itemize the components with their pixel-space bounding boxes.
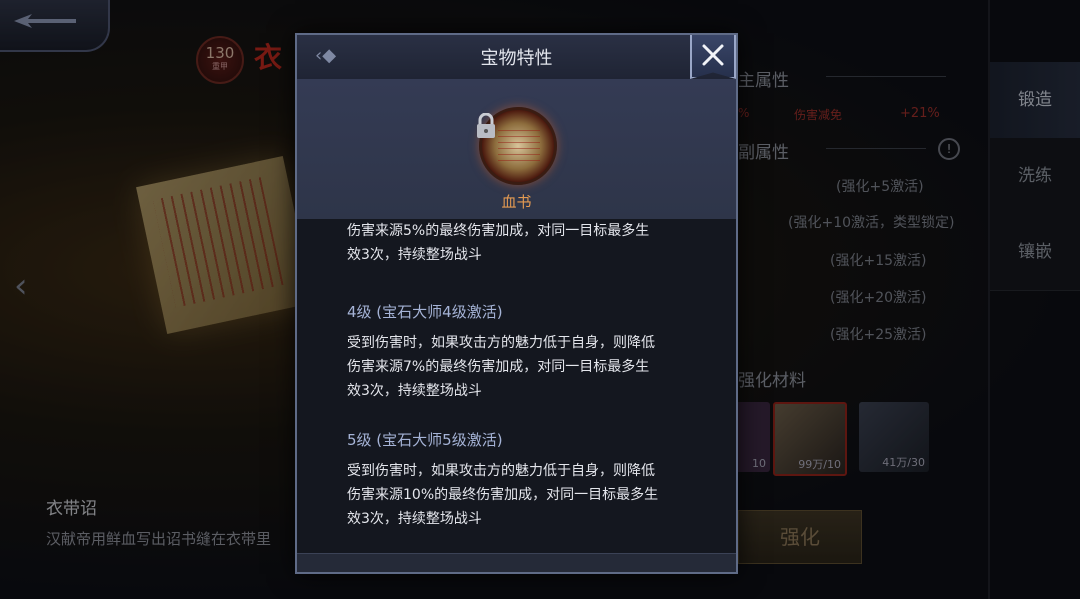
trait-line: 效3次，持续整场战斗 [347,383,482,399]
trait-line: 伤害来源5%的最终伤害加成，对同一目标最多生 [347,223,650,239]
trait-line: 受到伤害时，如果攻击方的魅力低于自身，则降低 [347,335,655,351]
close-icon [702,44,724,66]
dialog-title: 宝物特性 [480,48,553,69]
lock-icon [477,113,495,138]
close-button[interactable] [690,35,736,79]
trait-level-label: 4级 (宝石大师4级激活) [347,303,503,321]
dialog-header: ‹◆ 宝物特性 [297,35,736,80]
dialog-footer [297,553,736,572]
trait-text-block: 伤害来源5%的最终伤害加成，对同一目标最多生 效3次，持续整场战斗 [347,219,697,267]
trait-text-block: 受到伤害时，如果攻击方的魅力低于自身，则降低 伤害来源10%的最终伤害加成，对同… [347,459,697,531]
treasure-trait-dialog: ‹◆ 宝物特性 血书 伤害来源5%的最终伤害加成，对同一目标最多生 效3次，持续… [295,33,738,574]
trait-line: 受到伤害时，如果攻击方的魅力低于自身，则降低 [347,463,655,479]
trait-line: 效3次，持续整场战斗 [347,511,482,527]
trait-level-label: 5级 (宝石大师5级激活) [347,431,503,449]
trait-line: 伤害来源7%的最终伤害加成，对同一目标最多生 [347,359,650,375]
gem-name: 血书 [501,193,532,211]
trait-description: 伤害来源5%的最终伤害加成，对同一目标最多生 效3次，持续整场战斗 4级 (宝石… [297,219,736,554]
trait-line: 效3次，持续整场战斗 [347,247,482,263]
trait-line: 伤害来源10%的最终伤害加成，对同一目标最多生 [347,487,659,503]
trait-text-block: 受到伤害时，如果攻击方的魅力低于自身，则降低 伤害来源7%的最终伤害加成，对同一… [347,331,697,403]
